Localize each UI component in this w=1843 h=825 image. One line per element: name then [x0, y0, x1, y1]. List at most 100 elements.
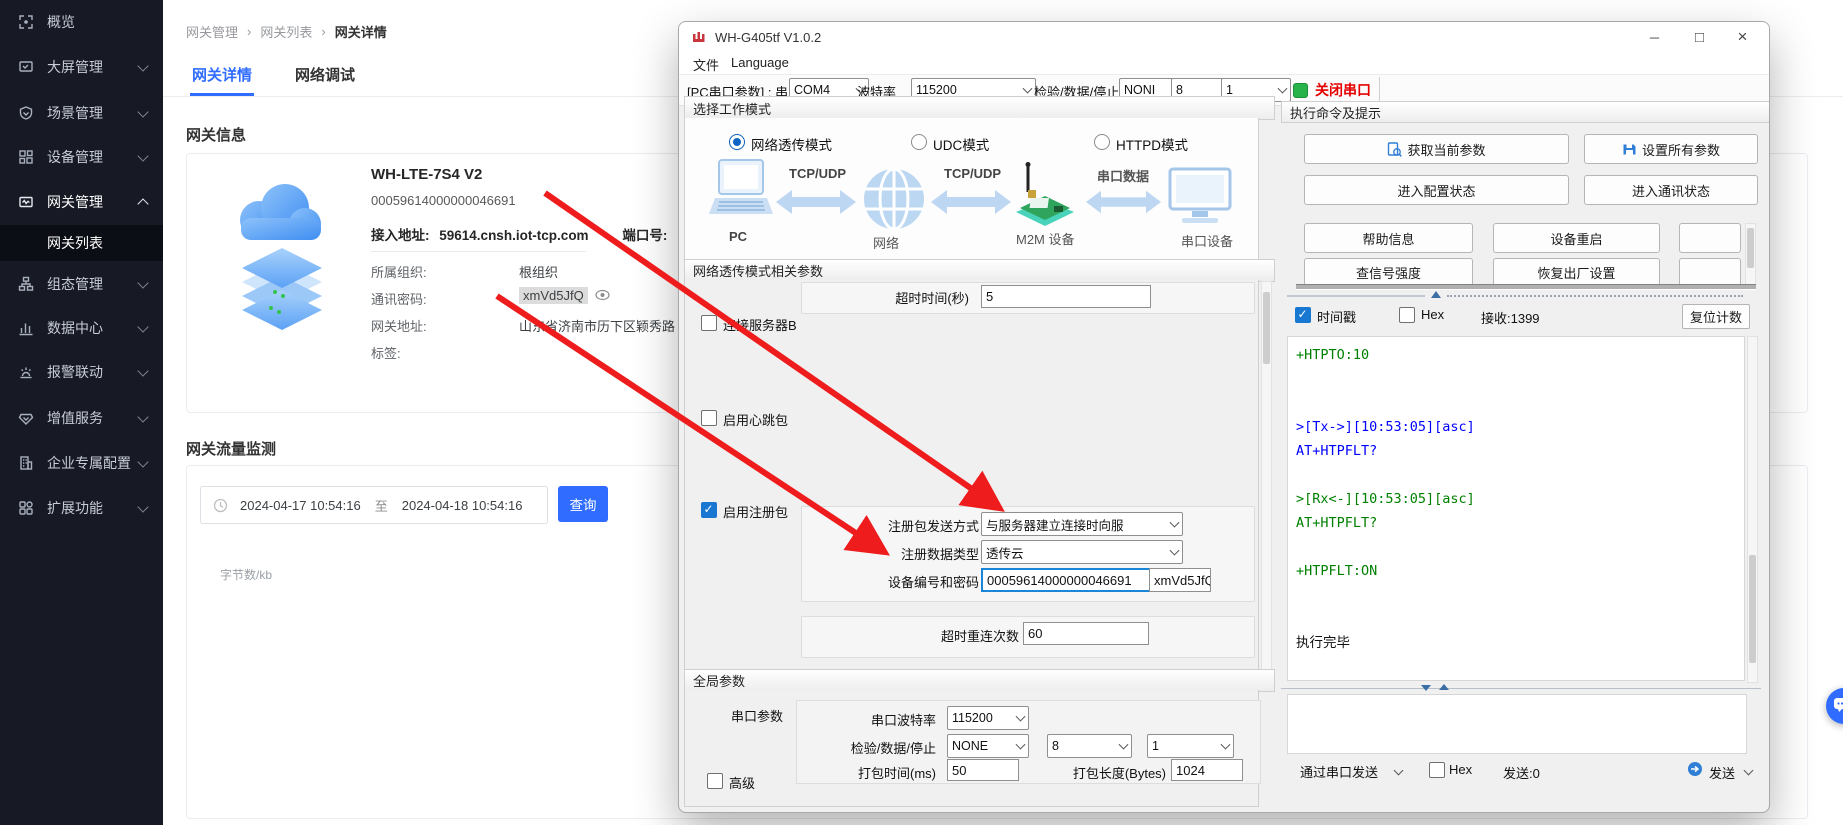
minimize-button[interactable]: ─ — [1632, 22, 1677, 52]
grid-icon — [18, 500, 34, 516]
maximize-button[interactable]: □ — [1677, 22, 1722, 52]
gateway-model: WH-LTE-7S4 V2 — [371, 166, 482, 183]
checkbox-recv-hex[interactable] — [1399, 307, 1415, 323]
sidebar-item-topology[interactable]: 组态管理 — [0, 264, 163, 304]
port-label: 端口号: — [622, 228, 667, 243]
log-line — [1296, 367, 1744, 391]
sidebar-item-gateway-list[interactable]: 网关列表 — [0, 225, 163, 261]
work-mode-header: 选择工作模式 — [684, 96, 1275, 120]
sidebar-item-enterprise[interactable]: 企业专属配置 — [0, 443, 163, 483]
network-label: 网络 — [873, 233, 899, 252]
sidebar-item-vas[interactable]: 增值服务 — [0, 398, 163, 438]
global-parity-select[interactable]: NONE — [947, 734, 1029, 758]
date-range-picker[interactable]: 2024-04-17 10:54:16 至 2024-04-18 10:54:1… — [200, 486, 548, 524]
eye-icon[interactable] — [595, 289, 610, 301]
checkbox-register[interactable] — [701, 502, 717, 518]
splitter-collapse-arrow[interactable] — [1431, 291, 1441, 298]
global-databits-select[interactable]: 8 — [1047, 734, 1132, 758]
global-baud-select[interactable]: 115200 — [947, 706, 1029, 730]
tab-network-debug[interactable]: 网络调试 — [295, 64, 355, 85]
log-scrollbar[interactable] — [1747, 336, 1758, 683]
menu-file[interactable]: 文件 — [693, 55, 719, 74]
get-params-button[interactable]: 获取当前参数 — [1304, 134, 1569, 164]
server-b-label: 连接服务器B — [723, 315, 797, 334]
splitter-line[interactable] — [1287, 295, 1425, 297]
device-id-input[interactable]: 00059614000000046691 — [981, 568, 1153, 592]
send-button[interactable]: 发送 — [1709, 763, 1735, 782]
chat-fab[interactable] — [1826, 688, 1843, 724]
help-button[interactable]: 帮助信息 — [1304, 223, 1473, 253]
bottom-splitter-down[interactable] — [1421, 685, 1431, 691]
checkbox-server-b[interactable] — [701, 315, 717, 331]
sidebar-item-bigscreen[interactable]: 大屏管理 — [0, 47, 163, 87]
close-button[interactable]: × — [1720, 22, 1765, 52]
enter-config-button[interactable]: 进入配置状态 — [1304, 175, 1569, 205]
sidebar-item-device[interactable]: 设备管理 — [0, 137, 163, 177]
sidebar-subitem-label: 网关列表 — [47, 233, 103, 253]
breadcrumb-gateway-list[interactable]: 网关列表 — [260, 22, 312, 41]
chevron-down-icon — [137, 277, 148, 288]
packtime-input[interactable]: 50 — [947, 759, 1019, 781]
set-params-button[interactable]: 设置所有参数 — [1584, 134, 1758, 164]
signal-button[interactable]: 查信号强度 — [1304, 258, 1473, 286]
global-baud-label: 串口波特率 — [809, 710, 936, 729]
splitter-dots[interactable] — [1447, 295, 1743, 297]
packlen-input[interactable]: 1024 — [1171, 759, 1243, 781]
date-from[interactable]: 2024-04-17 10:54:16 — [240, 498, 361, 513]
retry-input[interactable]: 60 — [1023, 622, 1149, 645]
breadcrumb-gateway-mgmt[interactable]: 网关管理 — [186, 22, 238, 41]
checkbox-advanced[interactable] — [707, 773, 723, 789]
cmd-scrollbar[interactable] — [1745, 223, 1756, 285]
device-icon — [18, 149, 34, 165]
params-scrollbar[interactable] — [1261, 281, 1272, 670]
log-line — [1296, 583, 1744, 607]
params-header: 网络透传模式相关参数 — [684, 259, 1275, 282]
sidebar-item-extend[interactable]: 扩展功能 — [0, 488, 163, 528]
query-button[interactable]: 查询 — [558, 486, 608, 522]
sidebar-item-datacenter[interactable]: 数据中心 — [0, 308, 163, 348]
window-titlebar[interactable]: WH-G405tf V1.0.2 ─ □ × — [679, 22, 1769, 52]
send-count: 发送:0 — [1503, 763, 1540, 782]
sidebar-item-label: 场景管理 — [47, 103, 103, 123]
checkbox-heartbeat[interactable] — [701, 410, 717, 426]
factory-reset-button[interactable]: 恢复出厂设置 — [1493, 258, 1660, 286]
bottom-splitter-line[interactable] — [1281, 688, 1761, 689]
menu-language[interactable]: Language — [731, 55, 789, 70]
chevron-down-icon — [1016, 712, 1026, 722]
scene-icon — [18, 105, 34, 121]
topology-icon — [18, 276, 34, 292]
checkbox-send-hex[interactable] — [1429, 762, 1445, 778]
bottom-splitter-up[interactable] — [1439, 684, 1449, 690]
params-body — [684, 280, 1259, 670]
clipped-button[interactable] — [1679, 258, 1741, 286]
reset-count-button[interactable]: 复位计数 — [1682, 304, 1750, 329]
timeout-input[interactable]: 5 — [981, 285, 1151, 308]
clipped-button[interactable] — [1679, 223, 1741, 253]
close-serial-button[interactable]: 关闭串口 — [1315, 80, 1371, 100]
m2m-label: M2M 设备 — [1016, 229, 1075, 248]
send-via-select[interactable]: 通过串口发送 — [1300, 762, 1378, 781]
device-pwd-input[interactable]: xmVd5JfQ — [1149, 568, 1211, 592]
recv-count: 接收:1399 — [1481, 308, 1540, 327]
send-input-area[interactable] — [1287, 694, 1747, 754]
tab-gateway-detail[interactable]: 网关详情 — [192, 64, 252, 85]
date-to[interactable]: 2024-04-18 10:54:16 — [402, 498, 523, 513]
radio-udc-mode[interactable] — [911, 134, 927, 150]
reboot-button[interactable]: 设备重启 — [1493, 223, 1660, 253]
radio-transparent-mode[interactable] — [729, 134, 745, 150]
log-line — [1296, 535, 1744, 559]
reg-type-select[interactable]: 透传云 — [981, 540, 1183, 564]
sidebar-item-scene[interactable]: 场景管理 — [0, 93, 163, 133]
sidebar-item-alarm[interactable]: 报警联动 — [0, 352, 163, 392]
global-stopbits-select[interactable]: 1 — [1147, 734, 1234, 758]
receive-log[interactable]: +HTPTO:10 >[Tx->][10:53:05][asc]AT+HTPFL… — [1287, 336, 1745, 681]
log-line: AT+HTPFLT? — [1296, 511, 1744, 535]
enter-comm-button[interactable]: 进入通讯状态 — [1584, 175, 1758, 205]
reg-mode-select[interactable]: 与服务器建立连接时向服 — [981, 512, 1183, 536]
checkbox-timestamp[interactable] — [1295, 307, 1311, 323]
radio-httpd-mode[interactable] — [1094, 134, 1110, 150]
sidebar-item-gateway[interactable]: 网关管理 — [0, 182, 163, 222]
addr-value: 山东省济南市历下区颖秀路 — [519, 316, 675, 335]
sidebar-item-overview[interactable]: 概览 — [0, 2, 163, 42]
section-title-gateway-info: 网关信息 — [186, 124, 246, 145]
